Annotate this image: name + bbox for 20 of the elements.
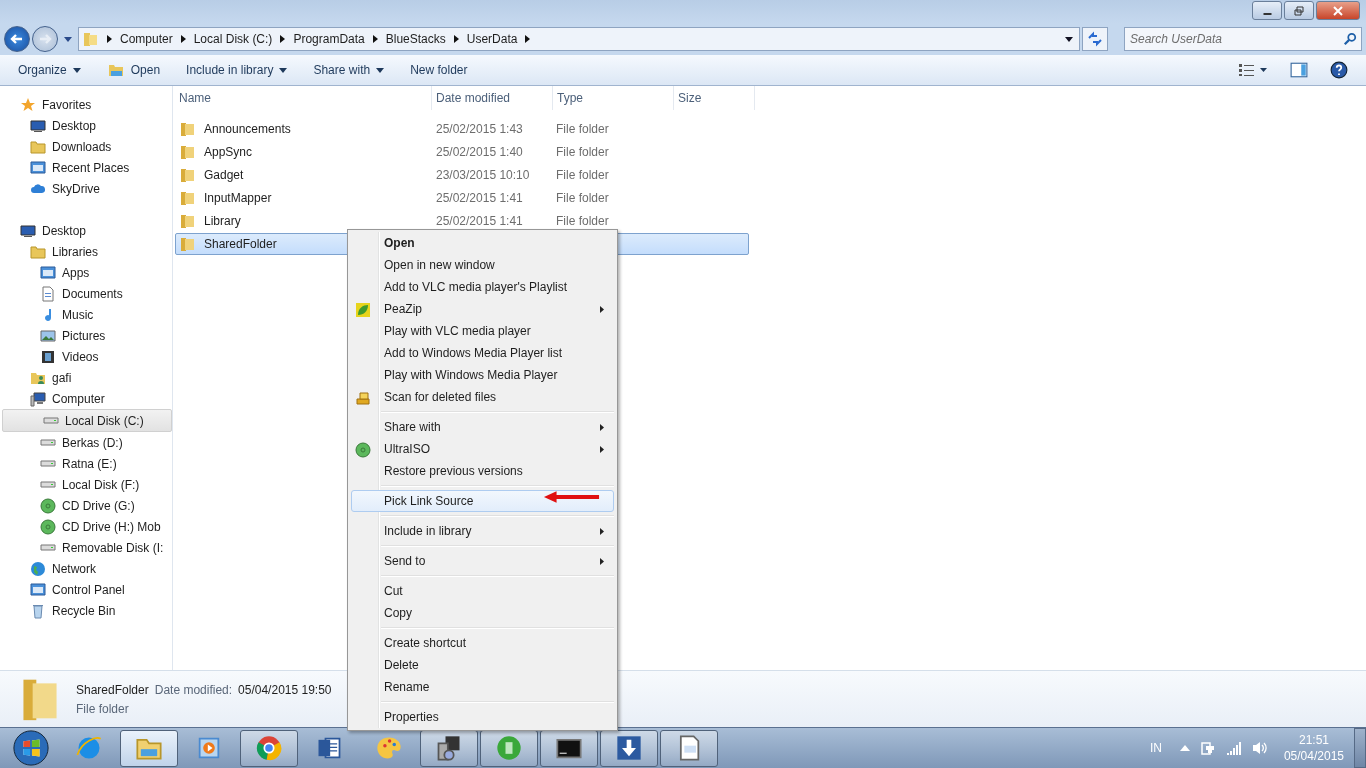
selected-item-name: SharedFolder (76, 682, 149, 697)
date-cell-text: 23/03/2015 10:10 (435, 167, 531, 184)
type-cell-text: File folder (555, 190, 610, 207)
date-cell-text: 25/02/2015 1:41 (435, 213, 524, 230)
type-cell-text: File folder (555, 167, 610, 184)
file-name: Gadget (204, 168, 244, 182)
date-cell-text: 25/02/2015 1:40 (435, 144, 524, 161)
type-cell-text: File folder (555, 213, 610, 230)
file-name: Library (204, 214, 241, 228)
date-modified-value: 05/04/2015 19:50 (238, 682, 332, 697)
file-name: InputMapper (204, 191, 272, 205)
type-cell-text: File folder (555, 121, 610, 138)
item-type: File folder (76, 701, 130, 716)
date-cell-text: 25/02/2015 1:43 (435, 121, 524, 138)
file-name: SharedFolder (204, 237, 277, 251)
date-cell-text: 25/02/2015 1:41 (435, 190, 524, 207)
file-name: AppSync (204, 145, 253, 159)
date-modified-label: Date modified: (154, 682, 233, 697)
file-name: Announcements (204, 122, 291, 136)
type-cell-text: File folder (555, 144, 610, 161)
